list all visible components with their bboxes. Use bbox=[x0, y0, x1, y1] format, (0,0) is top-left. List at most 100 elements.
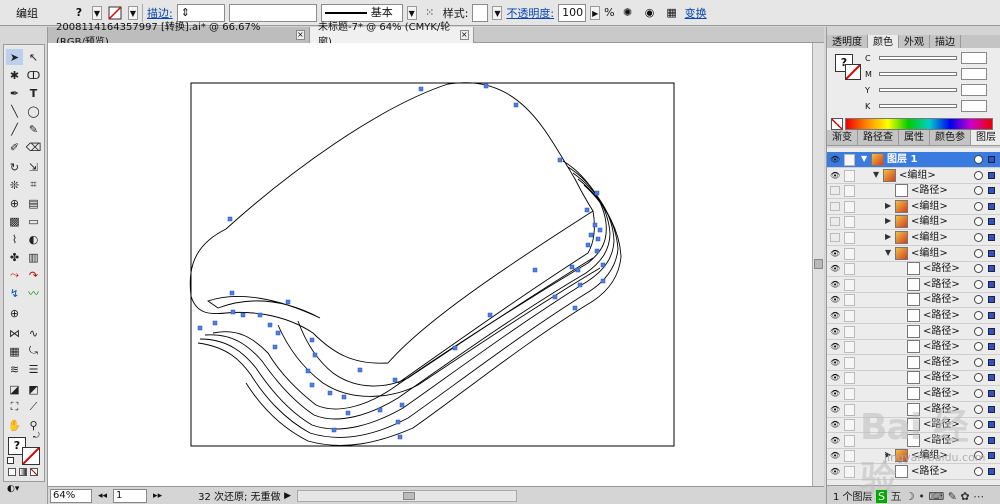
visibility-eye-icon[interactable]: 👁 bbox=[830, 264, 840, 273]
rotate-tool-icon[interactable]: ↻ bbox=[6, 159, 23, 175]
tab-color-guide[interactable]: 颜色参 bbox=[930, 130, 971, 145]
lock-toggle[interactable] bbox=[844, 216, 855, 229]
group-row[interactable]: ▶ <编组> bbox=[827, 199, 1000, 215]
lock-toggle[interactable] bbox=[844, 372, 855, 385]
stroke-dropdown[interactable]: ▼ bbox=[128, 5, 138, 20]
lock-toggle[interactable] bbox=[844, 294, 855, 307]
lock-toggle[interactable] bbox=[844, 356, 855, 369]
eyedropper-icon[interactable]: ⌇ bbox=[6, 231, 23, 247]
globe-icon[interactable]: ◉ bbox=[641, 4, 659, 22]
symbol-sprayer-icon[interactable]: ✤ bbox=[6, 249, 23, 265]
selection-indicator[interactable] bbox=[988, 296, 995, 304]
collapse-arrow-icon[interactable]: ▼ bbox=[885, 248, 891, 257]
path-graph-icon[interactable]: ≋ bbox=[6, 361, 23, 377]
magenta-value[interactable] bbox=[961, 68, 987, 80]
yellow-slider[interactable]: Y bbox=[865, 84, 993, 96]
selection-indicator[interactable] bbox=[988, 249, 995, 257]
visibility-eye-icon[interactable]: 👁 bbox=[830, 405, 840, 414]
taskbar-ime[interactable]: S 五 ☽ • ⌨ ✎ ✿ ⋯ bbox=[876, 488, 984, 504]
fill-dropdown[interactable]: ▼ bbox=[92, 5, 102, 20]
arrange-icon[interactable]: ⁙ bbox=[421, 4, 439, 22]
selection-indicator[interactable] bbox=[988, 280, 995, 288]
visibility-eye-icon[interactable]: 👁 bbox=[830, 420, 840, 429]
target-icon[interactable] bbox=[974, 201, 983, 211]
warp-tool-icon[interactable]: ❊ bbox=[6, 177, 23, 193]
stroke-color-box[interactable] bbox=[22, 447, 40, 465]
lock-toggle[interactable] bbox=[844, 325, 855, 338]
last-page-icon[interactable]: ▸▸ bbox=[153, 491, 162, 501]
smooth-tool-icon[interactable]: 〰 bbox=[25, 285, 42, 301]
stroke-panel-link[interactable]: 描边: bbox=[147, 5, 173, 21]
visibility-eye-icon[interactable]: 👁 bbox=[830, 342, 840, 351]
lock-toggle[interactable] bbox=[844, 388, 855, 400]
twirl-tool-icon[interactable]: ⤿ bbox=[25, 343, 42, 359]
path-row[interactable]: <路径> bbox=[827, 183, 1000, 200]
screen-mode-icon[interactable]: ◐▾ bbox=[7, 484, 35, 496]
gradient-mode-icon[interactable] bbox=[19, 468, 27, 476]
selection-indicator[interactable] bbox=[988, 265, 995, 273]
lock-toggle[interactable] bbox=[844, 185, 855, 198]
visibility-eye-icon[interactable] bbox=[830, 186, 840, 196]
vertical-scrollbar[interactable] bbox=[812, 43, 824, 486]
crosshair-tool-icon[interactable]: ⊕ bbox=[6, 305, 23, 321]
target-icon[interactable] bbox=[974, 311, 983, 320]
visibility-eye-icon[interactable]: 👁 bbox=[830, 389, 840, 398]
lock-toggle[interactable] bbox=[844, 154, 855, 166]
target-icon[interactable] bbox=[974, 186, 983, 196]
lock-toggle[interactable] bbox=[844, 278, 855, 291]
pen-tool-icon[interactable]: ✒ bbox=[6, 85, 23, 101]
path-row[interactable]: 👁 <路径> bbox=[827, 324, 1000, 340]
style-dropdown[interactable]: ▼ bbox=[492, 5, 503, 20]
selection-indicator[interactable] bbox=[988, 234, 995, 241]
visibility-eye-icon[interactable]: 👁 bbox=[830, 327, 840, 336]
opacity-field[interactable]: 100 bbox=[558, 3, 587, 22]
h-scroll-thumb[interactable] bbox=[403, 491, 416, 500]
lock-toggle[interactable] bbox=[844, 310, 855, 322]
stroke-swatch-panel[interactable] bbox=[845, 64, 861, 80]
lock-toggle[interactable] bbox=[844, 169, 855, 182]
lock-toggle[interactable] bbox=[844, 263, 855, 276]
pencil-icon[interactable]: ✎ bbox=[25, 121, 42, 137]
scale-tool-icon[interactable]: ⇲ bbox=[25, 159, 42, 175]
color-mode-icon[interactable] bbox=[8, 468, 16, 476]
tab-layers[interactable]: 图层 bbox=[971, 130, 1000, 145]
lock-toggle[interactable] bbox=[844, 232, 855, 244]
selection-indicator[interactable] bbox=[988, 358, 995, 366]
brush-dropdown[interactable]: ▼ bbox=[406, 5, 417, 20]
visibility-eye-icon[interactable]: 👁 bbox=[830, 451, 840, 460]
shape-builder-icon[interactable]: ⊕ bbox=[6, 195, 23, 211]
path-row[interactable]: 👁 <路径> bbox=[827, 339, 1000, 356]
target-icon[interactable] bbox=[974, 155, 983, 164]
align-icon[interactable]: ▦ bbox=[663, 4, 681, 22]
chart-tool-icon[interactable]: ▦ bbox=[6, 343, 23, 359]
artboard-tool-icon[interactable]: ⋈ bbox=[6, 325, 23, 341]
width-tool-icon[interactable]: ⤳ bbox=[6, 267, 23, 283]
magic-wand-icon[interactable]: ✱ bbox=[6, 67, 23, 83]
column-graph-icon[interactable]: ▥ bbox=[25, 249, 42, 265]
free-transform-icon[interactable]: ⌗ bbox=[25, 177, 42, 193]
eraser-icon[interactable]: ⌫ bbox=[25, 139, 42, 155]
cyan-value[interactable] bbox=[961, 52, 987, 64]
visibility-eye-icon[interactable]: 👁 bbox=[830, 295, 840, 304]
page-field[interactable]: 1 bbox=[113, 488, 148, 503]
group-row[interactable]: ▶ <编组> bbox=[827, 214, 1000, 231]
target-icon[interactable] bbox=[974, 295, 983, 305]
list-tool-icon[interactable]: ☰ bbox=[25, 361, 42, 377]
lock-toggle[interactable] bbox=[844, 419, 855, 432]
wave-tool-icon[interactable]: ∿ bbox=[25, 325, 42, 341]
target-icon[interactable] bbox=[974, 279, 983, 289]
black-slider[interactable]: K bbox=[865, 100, 993, 112]
visibility-eye-icon[interactable] bbox=[830, 233, 840, 242]
selection-tool-icon[interactable]: ➤ bbox=[6, 49, 23, 65]
graphic-style-swatch[interactable] bbox=[472, 3, 489, 22]
group-row[interactable]: ▶ <编组> bbox=[827, 230, 1000, 246]
close-icon[interactable]: × bbox=[459, 30, 469, 40]
default-colors-icon[interactable] bbox=[7, 457, 14, 464]
blob-brush-icon[interactable]: ✐ bbox=[6, 139, 23, 155]
visibility-eye-icon[interactable]: 👁 bbox=[830, 249, 840, 258]
target-icon[interactable] bbox=[974, 357, 983, 367]
visibility-eye-icon[interactable]: 👁 bbox=[830, 373, 840, 382]
variable-width-profile[interactable] bbox=[228, 3, 317, 22]
cyan-slider[interactable]: C bbox=[865, 52, 993, 64]
tab-gradient[interactable]: 渐变 bbox=[827, 130, 858, 145]
